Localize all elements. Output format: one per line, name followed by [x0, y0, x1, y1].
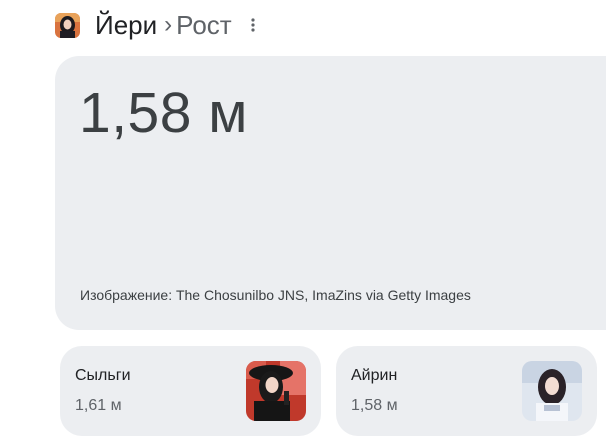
image-credit: Изображение: The Chosunilbo JNS, ImaZins…	[80, 287, 471, 303]
breadcrumb-chevron-icon: ›	[164, 11, 173, 38]
height-value: 1,58 м	[79, 81, 248, 145]
more-vert-icon[interactable]	[246, 12, 260, 38]
breadcrumb-header: Йери › Рост	[55, 6, 260, 44]
related-photo	[522, 361, 582, 421]
related-photo	[246, 361, 306, 421]
attribute-label: Рост	[176, 10, 232, 40]
entity-name-link[interactable]: Йери	[95, 12, 157, 38]
related-name: Сыльги	[75, 367, 131, 384]
answer-card: 1,58 м Изображение: The Chosunilbo JNS, …	[55, 56, 606, 330]
related-card-seulgi[interactable]: Сыльги 1,61 м	[60, 346, 321, 436]
related-name: Айрин	[351, 367, 398, 384]
related-value: 1,61 м	[75, 397, 122, 414]
entity-thumbnail[interactable]	[55, 12, 80, 38]
related-card-irene[interactable]: Айрин 1,58 м	[336, 346, 597, 436]
related-value: 1,58 м	[351, 397, 398, 414]
